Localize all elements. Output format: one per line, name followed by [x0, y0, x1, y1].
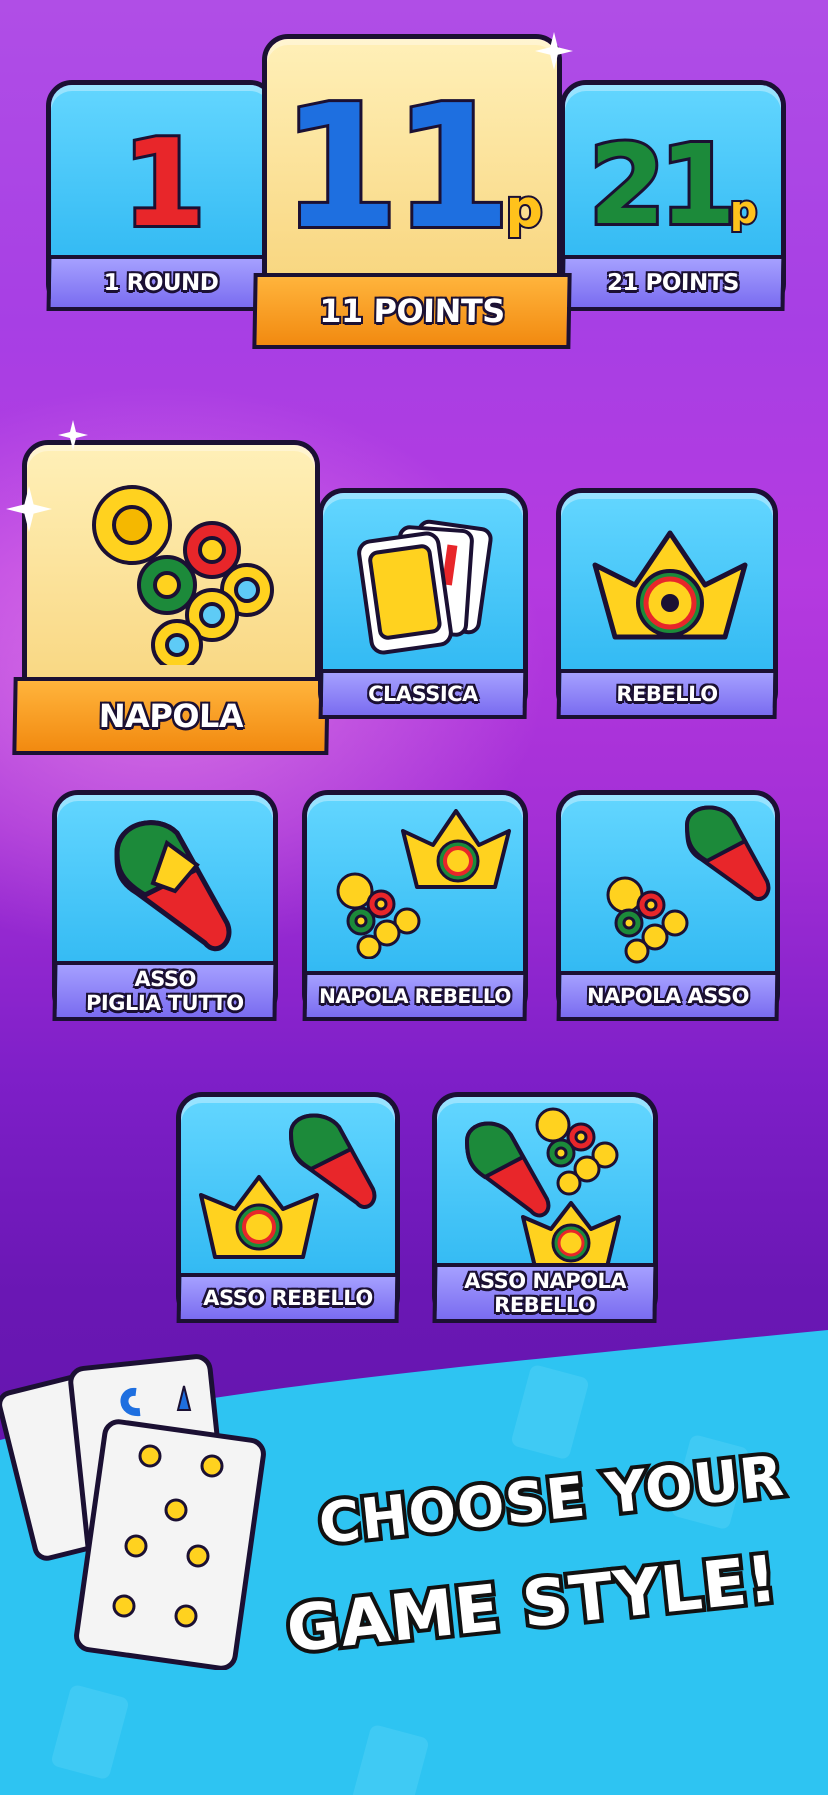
club-crown-icon	[199, 1113, 377, 1259]
mode-asso-piglia-tutto[interactable]: ASSO PIGLIA TUTTO	[52, 790, 278, 1021]
mode-label-line1: ASSO NAPOLA	[464, 1269, 627, 1293]
mode-label: CLASSICA	[318, 669, 528, 719]
mode-label: REBELLO	[556, 669, 778, 719]
mode-rebello[interactable]: REBELLO	[556, 488, 778, 719]
sparkle-icon	[6, 486, 52, 532]
mode-label: NAPOLA	[12, 677, 330, 755]
mode-label: ASSO PIGLIA TUTTO	[52, 961, 278, 1021]
mode-classica[interactable]: CLASSICA	[318, 488, 528, 719]
cards-icon	[357, 519, 493, 655]
coins-club-icon	[606, 805, 771, 964]
playing-cards-illustration	[0, 1354, 266, 1670]
round-option-1-round[interactable]: 1 1 ROUND	[46, 80, 276, 311]
round-number: 21	[586, 118, 739, 252]
round-label: 21 POINTS	[560, 255, 786, 311]
mode-napola[interactable]: NAPOLA	[12, 440, 330, 755]
coins-icon	[92, 485, 274, 665]
mode-label: NAPOLA REBELLO	[302, 971, 528, 1021]
club-coins-crown-icon	[464, 1107, 621, 1269]
round-option-11-points[interactable]: 11p 11 POINTS	[252, 34, 572, 349]
sparkle-icon	[535, 32, 573, 70]
mode-label: NAPOLA ASSO	[556, 971, 780, 1021]
sparkle-icon	[58, 420, 88, 450]
mode-asso-rebello[interactable]: ASSO REBELLO	[176, 1092, 400, 1323]
club-icon	[114, 820, 232, 952]
mode-napola-asso[interactable]: NAPOLA ASSO	[556, 790, 780, 1021]
mode-napola-rebello[interactable]: NAPOLA REBELLO	[302, 790, 528, 1021]
points-suffix: p	[504, 177, 545, 241]
points-suffix: p	[728, 186, 759, 234]
mode-label-line1: ASSO	[134, 967, 197, 991]
mode-asso-napola-rebello[interactable]: ASSO NAPOLA REBELLO	[432, 1092, 658, 1323]
crown-icon	[592, 530, 748, 640]
round-number: 1	[119, 112, 208, 257]
mode-label-line2: REBELLO	[493, 1293, 596, 1317]
mode-label: ASSO NAPOLA REBELLO	[432, 1263, 658, 1323]
round-label: 1 ROUND	[46, 255, 276, 311]
round-option-21-points[interactable]: 21p 21 POINTS	[560, 80, 786, 311]
round-number: 11	[278, 66, 515, 270]
coins-crown-icon	[336, 809, 511, 959]
round-label: 11 POINTS	[252, 273, 572, 349]
mode-label: ASSO REBELLO	[176, 1273, 400, 1323]
mode-label-line2: PIGLIA TUTTO	[85, 991, 244, 1015]
